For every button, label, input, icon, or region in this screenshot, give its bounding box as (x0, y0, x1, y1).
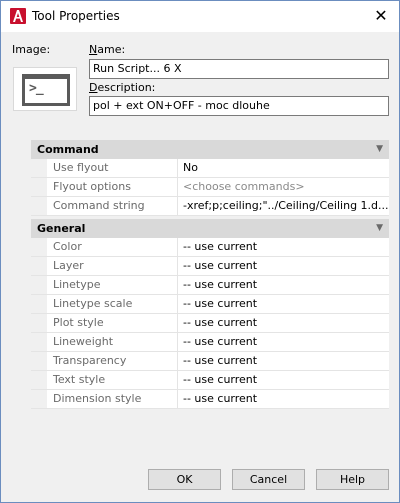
property-row-transparency[interactable]: Transparency -- use current (31, 352, 389, 371)
property-row-plot-style[interactable]: Plot style -- use current (31, 314, 389, 333)
row-gutter (31, 352, 47, 370)
window-title: Tool Properties (32, 9, 120, 23)
run-script-icon: >_ (22, 74, 70, 106)
tool-properties-dialog: Tool Properties ✕ Image: >_ Name: Run Sc… (0, 0, 400, 503)
row-gutter (31, 238, 47, 256)
property-value[interactable]: -- use current (178, 238, 389, 256)
row-gutter (31, 276, 47, 294)
category-command-header[interactable]: Command ▼ (31, 140, 389, 159)
description-label: Description: (89, 81, 155, 94)
category-title: General (37, 222, 86, 235)
name-field[interactable]: Run Script... 6 X (89, 59, 389, 79)
ok-button[interactable]: OK (148, 469, 221, 490)
property-name: Flyout options (47, 178, 178, 196)
close-icon: ✕ (374, 6, 388, 25)
name-label-rest: ame: (97, 43, 126, 56)
property-value[interactable]: <choose commands> (178, 178, 389, 196)
property-value[interactable]: -- use current (178, 390, 389, 408)
property-name: Linetype scale (47, 295, 178, 313)
property-name: Use flyout (47, 159, 178, 177)
property-row-linetype-scale[interactable]: Linetype scale -- use current (31, 295, 389, 314)
row-gutter (31, 295, 47, 313)
property-row-linetype[interactable]: Linetype -- use current (31, 276, 389, 295)
row-gutter (31, 178, 47, 196)
property-value[interactable]: -xref;p;ceiling;"../Ceiling/Ceiling 1.d.… (178, 197, 389, 215)
property-value[interactable]: No (178, 159, 389, 177)
description-field[interactable]: pol + ext ON+OFF - moc dlouhe (89, 96, 389, 116)
property-value[interactable]: -- use current (178, 257, 389, 275)
tool-image-preview[interactable]: >_ (13, 67, 77, 111)
property-row-use-flyout[interactable]: Use flyout No (31, 159, 389, 178)
property-row-flyout-options[interactable]: Flyout options <choose commands> (31, 178, 389, 197)
property-row-dimension-style[interactable]: Dimension style -- use current (31, 390, 389, 409)
row-gutter (31, 159, 47, 177)
row-gutter (31, 390, 47, 408)
property-value[interactable]: -- use current (178, 352, 389, 370)
help-button[interactable]: Help (316, 469, 389, 490)
property-name: Plot style (47, 314, 178, 332)
property-name: Lineweight (47, 333, 178, 351)
property-row-color[interactable]: Color -- use current (31, 238, 389, 257)
row-gutter (31, 257, 47, 275)
title-bar[interactable]: Tool Properties ✕ (1, 1, 399, 32)
row-gutter (31, 371, 47, 389)
property-value[interactable]: -- use current (178, 314, 389, 332)
name-label-mnemonic: N (89, 43, 98, 56)
row-gutter (31, 333, 47, 351)
property-value[interactable]: -- use current (178, 371, 389, 389)
property-value[interactable]: -- use current (178, 333, 389, 351)
property-name: Command string (47, 197, 178, 215)
autocad-a-icon (10, 8, 26, 24)
cancel-button[interactable]: Cancel (232, 469, 305, 490)
prompt-glyph: >_ (29, 81, 44, 96)
description-label-rest: escription: (97, 81, 156, 94)
property-name: Transparency (47, 352, 178, 370)
property-name: Dimension style (47, 390, 178, 408)
property-row-lineweight[interactable]: Lineweight -- use current (31, 333, 389, 352)
property-value[interactable]: -- use current (178, 295, 389, 313)
property-row-text-style[interactable]: Text style -- use current (31, 371, 389, 390)
category-general-header[interactable]: General ▼ (31, 219, 389, 238)
collapse-arrow-icon[interactable]: ▼ (376, 219, 383, 238)
property-name: Layer (47, 257, 178, 275)
property-row-command-string[interactable]: Command string -xref;p;ceiling;"../Ceili… (31, 197, 389, 216)
image-label: Image: (12, 43, 51, 56)
row-gutter (31, 197, 47, 215)
property-name: Text style (47, 371, 178, 389)
property-name: Color (47, 238, 178, 256)
property-grid: Command ▼ Use flyout No Flyout options <… (31, 140, 389, 409)
row-gutter (31, 314, 47, 332)
name-label: Name: (89, 43, 125, 56)
collapse-arrow-icon[interactable]: ▼ (376, 140, 383, 159)
close-button[interactable]: ✕ (367, 4, 395, 28)
category-title: Command (37, 143, 99, 156)
property-row-layer[interactable]: Layer -- use current (31, 257, 389, 276)
property-value[interactable]: -- use current (178, 276, 389, 294)
property-name: Linetype (47, 276, 178, 294)
